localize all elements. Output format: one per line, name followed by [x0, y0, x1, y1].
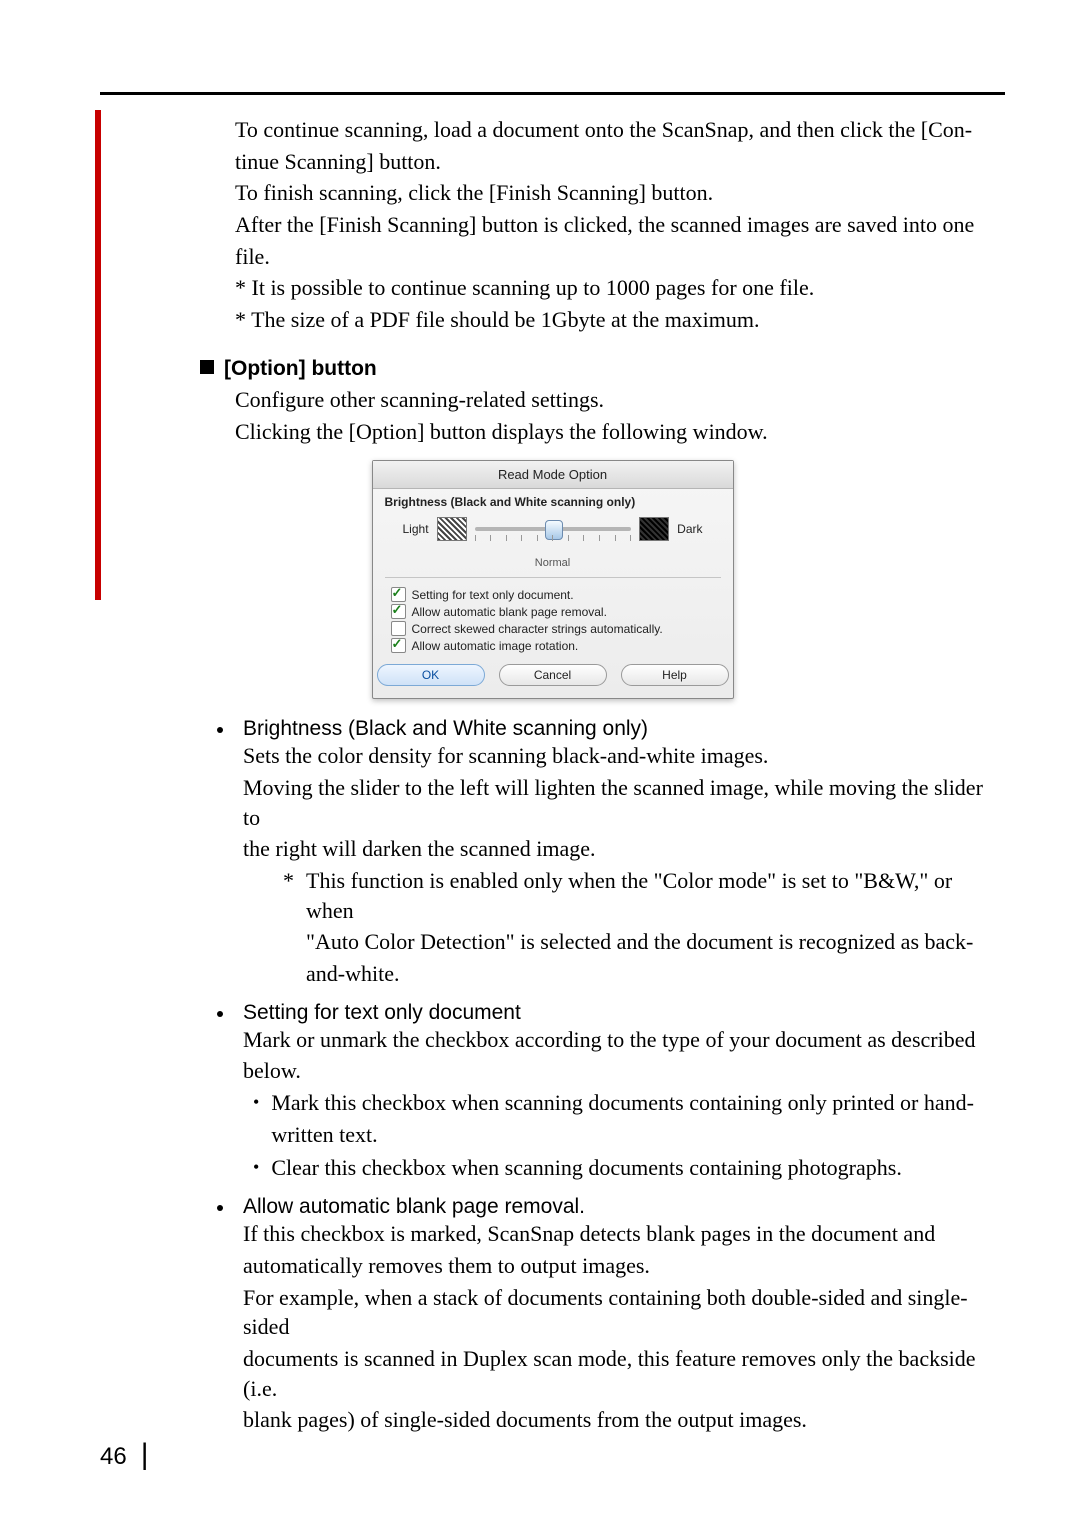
cancel-button[interactable]: Cancel [499, 664, 607, 686]
read-mode-option-dialog: Read Mode Option Brightness (Black and W… [372, 460, 734, 699]
top-rule [100, 92, 1005, 95]
light-swatch-icon [437, 517, 467, 541]
slider-label-light: Light [403, 522, 429, 536]
note-line: This function is enabled only when the "… [306, 866, 1005, 925]
slider-center-label: Normal [373, 557, 733, 569]
sub-line: Mark this checkbox when scanning documen… [271, 1088, 974, 1118]
body-line: Sets the color density for scanning blac… [243, 741, 1005, 771]
checkbox-label: Setting for text only document. [412, 588, 574, 602]
intro-note: * The size of a PDF file should be 1Gbyt… [235, 305, 1005, 335]
sub-bullet-icon: • [253, 1088, 259, 1151]
dark-swatch-icon [639, 517, 669, 541]
body-line: blank pages) of single-sided documents f… [243, 1405, 1005, 1435]
bullet-dot-icon [217, 727, 223, 733]
intro-line: To continue scanning, load a document on… [235, 115, 1005, 145]
brightness-slider[interactable] [475, 527, 632, 531]
intro-line: tinue Scanning] button. [235, 147, 1005, 177]
checkbox-label: Allow automatic image rotation. [412, 639, 579, 653]
body-line: Moving the slider to the left will light… [243, 773, 1005, 832]
intro-block: To continue scanning, load a document on… [235, 115, 1005, 335]
note-line: "Auto Color Detection" is selected and t… [306, 927, 1005, 957]
checkbox-rotation[interactable] [391, 638, 406, 653]
square-bullet-icon [200, 360, 214, 374]
bullet-dot-icon [217, 1011, 223, 1017]
body-line: below. [243, 1056, 1005, 1086]
body-line: Mark or unmark the checkbox according to… [243, 1025, 1005, 1055]
ok-button[interactable]: OK [377, 664, 485, 686]
body-line: If this checkbox is marked, ScanSnap det… [243, 1219, 1005, 1249]
checkbox-text-only[interactable] [391, 587, 406, 602]
sub-line: Clear this checkbox when scanning docume… [271, 1153, 902, 1183]
dialog-subtitle: Brightness (Black and White scanning onl… [373, 489, 733, 511]
body-line: automatically removes them to output ima… [243, 1251, 1005, 1281]
sub-line: written text. [271, 1120, 974, 1150]
dialog-title: Read Mode Option [373, 461, 733, 489]
page-number-value: 46 [100, 1443, 127, 1470]
sub-bullet-icon: • [253, 1153, 259, 1185]
intro-line: After the [Finish Scanning] button is cl… [235, 210, 1005, 240]
bullet-heading: Allow automatic blank page removal. [243, 1195, 1005, 1219]
checkbox-blank-page[interactable] [391, 604, 406, 619]
intro-line: To finish scanning, click the [Finish Sc… [235, 178, 1005, 208]
checkbox-skew[interactable] [391, 621, 406, 636]
body-line: documents is scanned in Duplex scan mode… [243, 1344, 1005, 1403]
bullet-heading: Brightness (Black and White scanning onl… [243, 717, 1005, 741]
bullet-dot-icon [217, 1205, 223, 1211]
slider-label-dark: Dark [677, 522, 702, 536]
option-heading: [Option] button [200, 357, 1005, 381]
help-button[interactable]: Help [621, 664, 729, 686]
asterisk-icon: * [283, 866, 294, 991]
body-line: For example, when a stack of documents c… [243, 1283, 1005, 1342]
option-desc: Clicking the [Option] button displays th… [235, 417, 1005, 447]
checkbox-label: Correct skewed character strings automat… [412, 622, 663, 636]
intro-note: * It is possible to continue scanning up… [235, 273, 1005, 303]
intro-line: file. [235, 242, 1005, 272]
page-number: 46| [100, 1438, 163, 1472]
option-desc: Configure other scanning-related setting… [235, 385, 1005, 415]
body-line: the right will darken the scanned image. [243, 834, 1005, 864]
note-line: and-white. [306, 959, 1005, 989]
option-heading-text: [Option] button [224, 357, 377, 380]
bullet-heading: Setting for text only document [243, 1001, 1005, 1025]
checkbox-label: Allow automatic blank page removal. [412, 605, 607, 619]
